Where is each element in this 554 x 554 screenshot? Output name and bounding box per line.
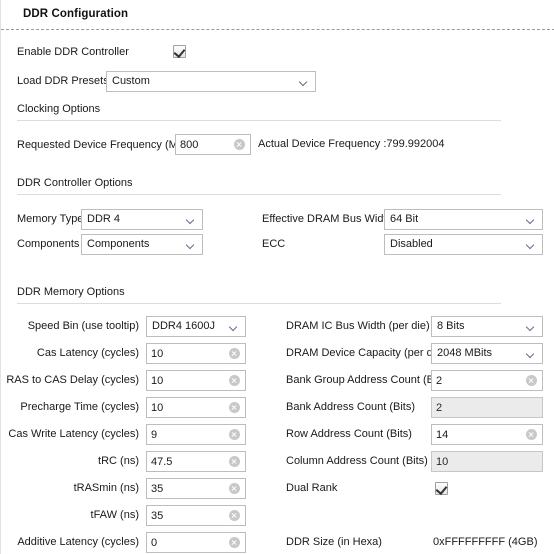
ddr-size-in-hexa-value: 0xFFFFFFFFF (4GB) xyxy=(433,536,538,548)
clear-icon[interactable] xyxy=(229,456,240,467)
clear-icon[interactable] xyxy=(229,429,240,440)
components-label: Components xyxy=(17,238,80,250)
trasmin-ns-label: tRASmin (ns) xyxy=(73,482,139,494)
speed-bin-use-tooltip-select[interactable]: DDR4 1600J xyxy=(146,316,246,337)
memory-type-select[interactable]: DDR 4 xyxy=(81,209,203,230)
ddr-configuration-panel: DDR Configuration Enable DDR Controller … xyxy=(0,0,554,554)
enable-ddr-controller-checkbox[interactable] xyxy=(173,45,186,59)
ras-to-cas-delay-cycles-label: RAS to CAS Delay (cycles) xyxy=(6,374,139,386)
dual-rank-checkbox[interactable] xyxy=(435,482,448,496)
load-ddr-presets-value: Custom xyxy=(112,75,150,87)
section-clocking-rule xyxy=(17,120,501,121)
load-ddr-presets-label: Load DDR Presets xyxy=(17,75,109,87)
section-clocking-options: Clocking Options xyxy=(17,102,100,116)
clear-icon[interactable] xyxy=(229,537,240,548)
column-address-count-bits-input xyxy=(431,451,543,472)
chevron-down-icon xyxy=(187,242,195,247)
dram-ic-bus-width-per-die-select[interactable]: 8 Bits xyxy=(431,316,543,337)
components-value: Components xyxy=(87,238,150,250)
section-clocking-label: Clocking Options xyxy=(17,103,101,115)
components-select[interactable]: Components xyxy=(81,234,203,255)
check-icon xyxy=(435,482,448,496)
chevron-down-icon xyxy=(527,324,535,329)
clear-icon[interactable] xyxy=(229,348,240,359)
load-ddr-presets-select[interactable]: Custom xyxy=(106,71,316,92)
effective-dram-bus-width-label: Effective DRAM Bus Width xyxy=(262,213,393,225)
section-memory-rule xyxy=(17,303,501,304)
row-address-count-bits-label: Row Address Count (Bits) xyxy=(286,428,412,440)
trc-ns-label: tRC (ns) xyxy=(98,455,139,467)
clear-icon[interactable] xyxy=(229,510,240,521)
dram-ic-bus-width-per-die-value: 8 Bits xyxy=(437,320,465,332)
title-divider xyxy=(1,29,554,30)
precharge-time-cycles-label: Precharge Time (cycles) xyxy=(20,401,139,413)
section-ddr-controller-options: DDR Controller Options xyxy=(17,176,133,190)
ecc-label: ECC xyxy=(262,238,286,250)
clear-icon[interactable] xyxy=(229,375,240,386)
chevron-down-icon xyxy=(527,351,535,356)
section-controller-label: DDR Controller Options xyxy=(17,177,133,189)
clear-icon[interactable] xyxy=(234,139,245,150)
memory-type-value: DDR 4 xyxy=(87,213,121,225)
speed-bin-use-tooltip-value: DDR4 1600J xyxy=(152,320,215,332)
bank-address-count-bits-label: Bank Address Count (Bits) xyxy=(286,401,416,413)
chevron-down-icon xyxy=(187,217,195,222)
enable-ddr-controller-label: Enable DDR Controller xyxy=(17,46,129,58)
dual-rank-label: Dual Rank xyxy=(286,482,338,494)
chevron-down-icon xyxy=(300,79,308,84)
cas-latency-cycles-label: Cas Latency (cycles) xyxy=(36,347,139,359)
ecc-value: Disabled xyxy=(390,238,433,250)
panel-title-bar: DDR Configuration xyxy=(1,0,554,30)
ddr-size-in-hexa-label: DDR Size (in Hexa) xyxy=(286,536,382,548)
dram-device-capacity-per-die-select[interactable]: 2048 MBits xyxy=(431,343,543,364)
clear-icon[interactable] xyxy=(526,375,537,386)
tfaw-ns-label: tFAW (ns) xyxy=(90,509,139,521)
effective-dram-bus-width-select[interactable]: 64 Bit xyxy=(384,209,543,230)
additive-latency-cycles-label: Additive Latency (cycles) xyxy=(17,536,139,548)
memory-type-label: Memory Type xyxy=(17,213,84,225)
chevron-down-icon xyxy=(527,217,535,222)
clear-icon[interactable] xyxy=(229,483,240,494)
section-memory-label: DDR Memory Options xyxy=(17,286,125,298)
effective-dram-bus-width-value: 64 Bit xyxy=(390,213,419,225)
actual-device-frequency-text: Actual Device Frequency :799.992004 xyxy=(258,138,445,150)
requested-device-frequency-label: Requested Device Frequency (MHz) xyxy=(17,139,195,151)
bank-address-count-bits-input xyxy=(431,397,543,418)
clear-icon[interactable] xyxy=(229,402,240,413)
chevron-down-icon xyxy=(527,242,535,247)
column-address-count-bits-label: Column Address Count (Bits) xyxy=(286,455,428,467)
section-ddr-memory-options: DDR Memory Options xyxy=(17,285,125,299)
section-controller-rule xyxy=(17,194,501,195)
bank-group-address-count-bits-label: Bank Group Address Count (Bits) xyxy=(286,374,449,386)
page-title: DDR Configuration xyxy=(23,8,129,20)
check-icon xyxy=(173,45,186,59)
dram-ic-bus-width-per-die-label: DRAM IC Bus Width (per die) xyxy=(286,320,430,332)
cas-write-latency-cycles-label: Cas Write Latency (cycles) xyxy=(8,428,139,440)
chevron-down-icon xyxy=(230,324,238,329)
dram-device-capacity-per-die-label: DRAM Device Capacity (per die) xyxy=(286,347,445,359)
clear-icon[interactable] xyxy=(526,429,537,440)
dram-device-capacity-per-die-value: 2048 MBits xyxy=(437,347,493,359)
speed-bin-use-tooltip-label: Speed Bin (use tooltip) xyxy=(27,320,139,332)
ecc-select[interactable]: Disabled xyxy=(384,234,543,255)
